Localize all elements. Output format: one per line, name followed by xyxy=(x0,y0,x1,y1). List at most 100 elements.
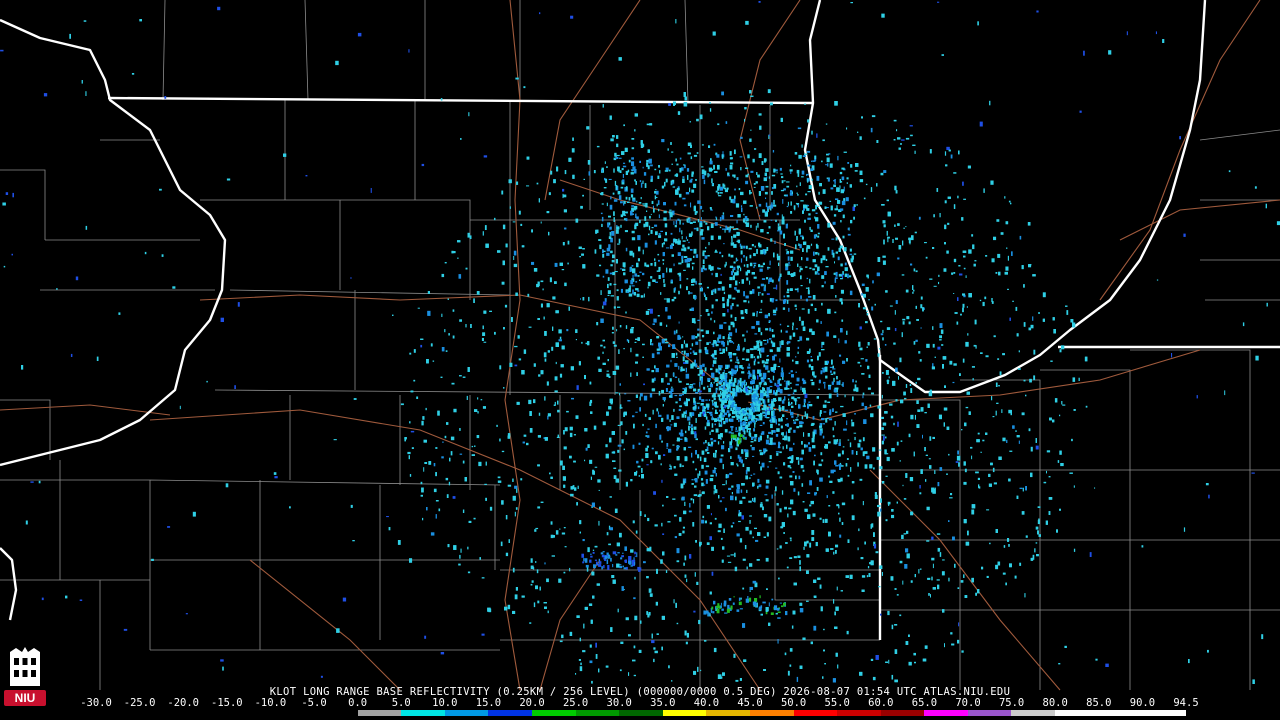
echo-pixel xyxy=(537,435,541,438)
echo-pixel xyxy=(813,251,815,256)
echo-pixel xyxy=(776,347,781,352)
echo-pixel xyxy=(655,189,657,191)
echo-pixel xyxy=(879,348,881,350)
echo-pixel xyxy=(552,535,555,538)
echo-pixel xyxy=(906,530,909,534)
echo-pixel xyxy=(945,164,948,167)
echo-pixel xyxy=(634,615,638,621)
echo-pixel xyxy=(684,437,687,441)
echo-pixel xyxy=(435,514,437,519)
echo-pixel xyxy=(754,376,756,380)
echo-pixel xyxy=(808,447,812,452)
echo-pixel xyxy=(452,309,455,312)
echo-pixel xyxy=(944,242,946,245)
echo-pixel xyxy=(714,171,718,173)
echo-pixel xyxy=(713,331,715,335)
echo-pixel xyxy=(504,606,508,611)
echo-pixel xyxy=(788,401,790,406)
echo-pixel xyxy=(430,343,433,347)
echo-pixel xyxy=(751,272,755,275)
echo-pixel xyxy=(731,427,733,431)
echo-pixel xyxy=(544,358,547,362)
echo-pixel xyxy=(450,451,453,456)
echo-pixel xyxy=(631,205,634,207)
echo-pixel xyxy=(666,247,670,249)
echo-pixel xyxy=(786,381,788,384)
echo-pixel xyxy=(962,307,964,313)
echo-pixel xyxy=(735,328,737,333)
echo-pixel xyxy=(666,414,669,420)
echo-pixel xyxy=(917,377,921,381)
echo-pixel xyxy=(898,147,901,150)
echo-pixel xyxy=(689,121,691,123)
echo-pixel xyxy=(797,263,799,267)
echo-pixel xyxy=(703,292,705,296)
echo-pixel xyxy=(745,358,750,361)
echo-pixel xyxy=(782,406,785,411)
echo-pixel xyxy=(614,508,618,513)
echo-pixel xyxy=(587,444,590,448)
echo-pixel xyxy=(698,349,702,353)
echo-pixel xyxy=(868,374,871,378)
echo-pixel xyxy=(503,327,505,330)
echo-pixel xyxy=(932,489,936,494)
echo-pixel xyxy=(702,265,705,270)
echo-pixel xyxy=(868,573,871,577)
echo-pixel xyxy=(617,424,621,426)
echo-pixel xyxy=(596,145,600,148)
echo-pixel xyxy=(761,360,765,364)
echo-pixel xyxy=(697,473,699,479)
echo-pixel xyxy=(734,149,736,155)
echo-pixel xyxy=(638,649,642,653)
echo-pixel xyxy=(762,262,765,265)
echo-pixel xyxy=(975,592,977,596)
echo-pixel xyxy=(827,360,829,364)
echo-pixel xyxy=(662,551,665,556)
echo-pixel xyxy=(793,488,796,492)
echo-pixel xyxy=(682,197,686,200)
echo-pixel xyxy=(905,548,909,553)
echo-pixel xyxy=(886,456,890,462)
echo-pixel xyxy=(770,102,773,106)
echo-pixel xyxy=(806,337,810,341)
echo-pixel xyxy=(1060,463,1064,467)
echo-pixel xyxy=(861,589,865,592)
echo-pixel xyxy=(596,229,599,233)
echo-pixel xyxy=(721,559,724,563)
echo-pixel xyxy=(728,487,732,490)
echo-pixel xyxy=(766,358,770,362)
echo-pixel xyxy=(801,441,803,445)
echo-pixel xyxy=(719,216,722,222)
echo-pixel xyxy=(832,427,834,431)
echo-pixel xyxy=(655,190,659,195)
echo-pixel xyxy=(764,172,767,176)
echo-pixel xyxy=(971,234,974,237)
echo-pixel xyxy=(992,416,995,418)
echo-pixel xyxy=(807,308,810,314)
echo-pixel xyxy=(795,383,799,386)
echo-pixel xyxy=(710,441,714,445)
echo-pixel xyxy=(835,465,839,467)
echo-pixel xyxy=(839,245,843,249)
echo-pixel xyxy=(720,273,722,276)
echo-pixel xyxy=(554,262,558,267)
echo-pixel xyxy=(836,387,839,390)
echo-pixel xyxy=(538,374,541,377)
echo-pixel xyxy=(756,172,758,175)
echo-pixel xyxy=(973,344,976,347)
echo-pixel xyxy=(653,658,655,663)
echo-pixel xyxy=(783,295,786,298)
echo-pixel xyxy=(1012,425,1015,429)
echo-pixel xyxy=(555,342,559,347)
echo-pixel xyxy=(729,284,732,288)
echo-pixel xyxy=(651,633,653,639)
echo-pixel xyxy=(711,546,714,551)
echo-pixel xyxy=(773,184,777,189)
echo-pixel xyxy=(764,314,768,319)
echo-pixel xyxy=(400,403,404,406)
echo-pixel xyxy=(695,450,697,455)
echo-pixel xyxy=(686,278,689,280)
echo-pixel xyxy=(709,160,713,165)
echo-pixel xyxy=(1046,470,1047,474)
echo-pixel xyxy=(978,486,981,489)
